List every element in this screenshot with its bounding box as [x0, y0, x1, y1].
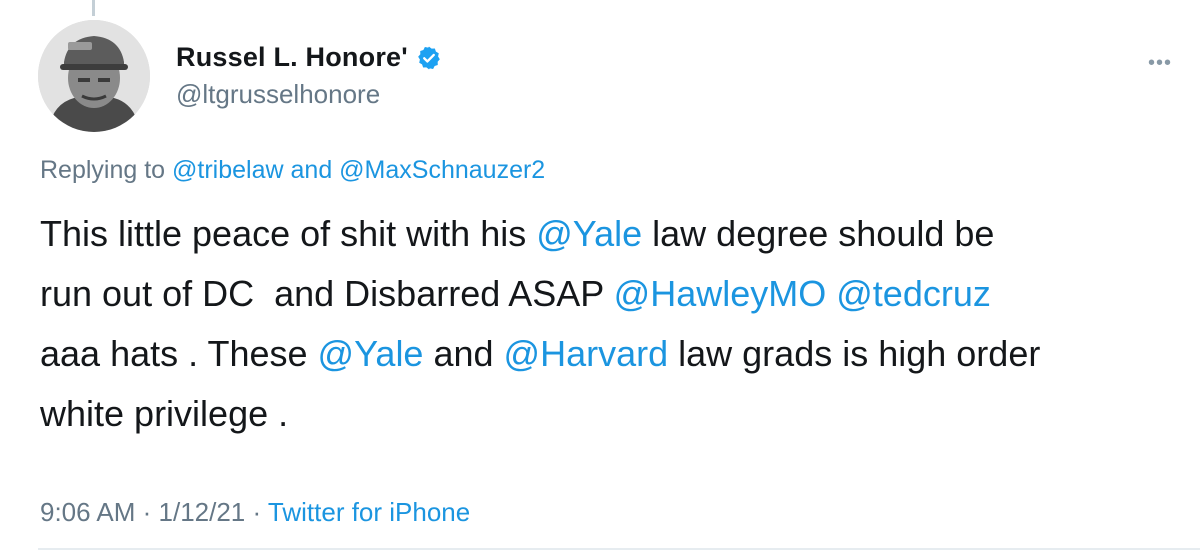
- thread-connector-line: [92, 0, 95, 16]
- tweet-meta: 9:06 AM · 1/12/21 · Twitter for iPhone: [40, 497, 470, 528]
- mention-tribelaw-link[interactable]: @tribelaw: [172, 156, 284, 184]
- avatar-image: [38, 20, 150, 132]
- avatar[interactable]: [38, 20, 150, 132]
- mention-yale-link[interactable]: @Yale: [536, 213, 642, 254]
- mention-maxschnauzer2-link[interactable]: @MaxSchnauzer2: [339, 156, 545, 184]
- mention-hawleymo-link[interactable]: @HawleyMO: [614, 273, 827, 314]
- author-block: Russel L. Honore' @ltgrusselhonore: [176, 42, 442, 110]
- mention-tedcruz-link[interactable]: @tedcruz: [836, 273, 991, 314]
- replying-to-line: Replying to @tribelaw and @MaxSchnauzer2: [40, 156, 545, 185]
- tweet-text: This little peace of shit with his @Yale…: [40, 204, 1180, 444]
- mention-yale-link-2[interactable]: @Yale: [318, 333, 424, 374]
- replying-to-conjunction: and: [283, 156, 340, 184]
- replying-to-label: Replying to: [40, 156, 173, 184]
- more-options-icon[interactable]: •••: [1148, 52, 1172, 75]
- meta-separator: ·: [135, 497, 159, 527]
- tweet-time[interactable]: 9:06 AM: [40, 497, 135, 527]
- verified-badge-icon: [418, 46, 440, 69]
- author-name-row: Russel L. Honore': [176, 42, 442, 73]
- author-display-name[interactable]: Russel L. Honore': [176, 42, 408, 73]
- tweet-text-segment: [826, 273, 836, 314]
- tweet-text-segment: This little peace of shit with his: [40, 213, 537, 254]
- mention-harvard-link[interactable]: @Harvard: [504, 333, 669, 374]
- meta-separator: ·: [245, 497, 268, 527]
- author-handle[interactable]: @ltgrusselhonore: [176, 79, 442, 110]
- tweet-date[interactable]: 1/12/21: [159, 497, 246, 527]
- tweet-text-segment: aaa hats . These: [40, 333, 308, 374]
- tweet-text-segment: and: [423, 333, 504, 374]
- divider: [38, 548, 1200, 550]
- tweet-source-link[interactable]: Twitter for iPhone: [268, 497, 470, 527]
